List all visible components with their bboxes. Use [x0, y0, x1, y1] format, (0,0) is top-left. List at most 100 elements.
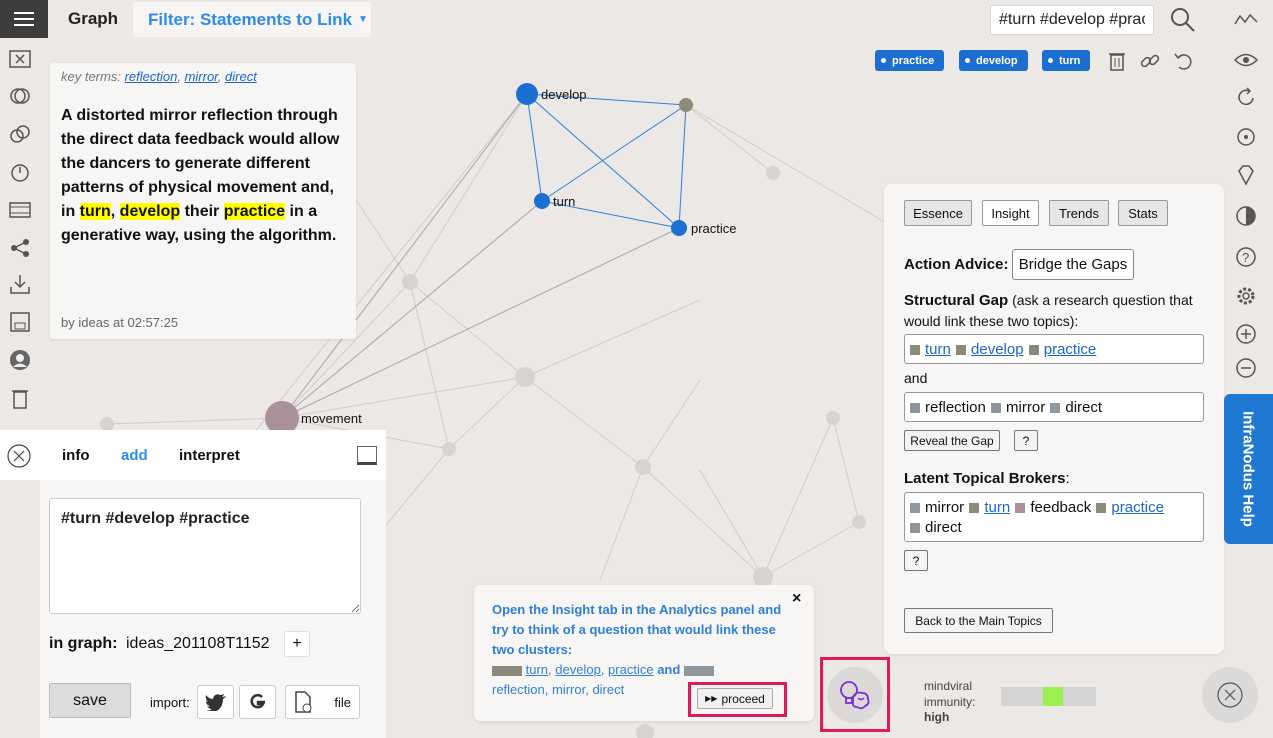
reveal-gap-button[interactable]: Reveal the Gap — [904, 430, 1000, 451]
add-graph-button[interactable]: + — [284, 631, 310, 657]
cluster-term[interactable]: develop — [555, 662, 601, 677]
caret-down-icon: ▼ — [358, 14, 368, 25]
zoom-in-icon[interactable] — [1234, 322, 1258, 346]
refresh-icon[interactable] — [1234, 86, 1258, 110]
share-icon[interactable] — [8, 236, 32, 260]
filter-dropdown[interactable]: Filter: Statements to Link ▼ — [133, 2, 371, 37]
gap-term[interactable]: develop — [971, 341, 1024, 358]
in-graph-label: in graph: — [49, 635, 118, 652]
eye-icon[interactable] — [1234, 48, 1258, 72]
gap-term[interactable]: practice — [1044, 341, 1097, 358]
expand-panel-icon[interactable] — [357, 446, 377, 465]
google-import-button[interactable] — [239, 685, 276, 719]
tab-stats[interactable]: Stats — [1118, 200, 1168, 226]
gap-term: direct — [1065, 399, 1103, 416]
menu-button[interactable] — [0, 0, 48, 38]
graph-node-develop[interactable] — [516, 83, 538, 105]
broker-term: direct — [925, 519, 962, 536]
tag-chip-develop[interactable]: develop — [959, 50, 1028, 71]
tab-add[interactable]: add — [121, 447, 148, 464]
close-analytics-button[interactable] — [1202, 667, 1258, 723]
close-circle-icon — [1217, 682, 1243, 708]
page-title: Graph — [68, 9, 119, 28]
tag-chip-turn[interactable]: turn — [1042, 50, 1091, 71]
tab-info[interactable]: info — [62, 447, 90, 464]
target-icon[interactable] — [1234, 125, 1258, 149]
delete-tags-icon[interactable] — [1107, 50, 1127, 72]
close-graph-icon[interactable] — [8, 47, 32, 71]
gap-term[interactable]: turn — [925, 341, 951, 358]
link-icon[interactable] — [1139, 50, 1161, 72]
cluster-term: reflection — [492, 682, 545, 697]
trend-icon[interactable] — [1234, 8, 1258, 32]
close-panel-icon[interactable] — [6, 443, 32, 469]
back-main-topics-button[interactable]: Back to the Main Topics — [904, 608, 1053, 633]
trash-icon[interactable] — [8, 386, 32, 410]
graph-node-practice[interactable] — [671, 220, 687, 236]
gap-term: reflection — [925, 399, 986, 416]
google-icon — [249, 693, 265, 709]
statement-entry[interactable]: #turn #develop #practice — [49, 498, 361, 614]
statement-text: A distorted mirror reflection through th… — [61, 107, 340, 244]
import-label: import: — [150, 695, 190, 710]
close-popup-button[interactable]: × — [792, 590, 801, 608]
file-label: file — [334, 694, 351, 710]
action-advice-label: Action Advice: — [904, 256, 1009, 273]
key-terms: key terms: reflection, mirror, direct — [61, 69, 257, 84]
tab-insight[interactable]: Insight — [982, 200, 1039, 226]
highlight-practice: practice — [223, 203, 286, 220]
tab-interpret[interactable]: interpret — [179, 447, 240, 464]
node-label-turn: turn — [553, 194, 575, 209]
cluster-term: mirror — [551, 682, 586, 697]
cluster-term[interactable]: practice — [608, 662, 654, 677]
graph-node-olive[interactable] — [679, 98, 693, 112]
analytics-panel: Essence Insight Trends Stats Action Advi… — [884, 184, 1224, 654]
film-icon[interactable] — [8, 198, 32, 222]
mindviral-value: high — [924, 710, 950, 724]
download-icon[interactable] — [8, 272, 32, 296]
contrast-icon[interactable] — [1234, 204, 1258, 228]
graph-node-turn[interactable] — [534, 193, 550, 209]
tab-trends[interactable]: Trends — [1049, 200, 1109, 226]
key-term-link[interactable]: reflection — [125, 69, 178, 84]
search-icon[interactable] — [1170, 7, 1196, 33]
tag-chip-practice[interactable]: practice — [875, 50, 945, 71]
highlight-turn: turn — [79, 203, 111, 220]
brokers-list: mirror turn feedback practice direct — [904, 492, 1204, 542]
node-label-practice: practice — [691, 221, 737, 236]
highlight-develop: develop — [119, 203, 181, 220]
key-terms-label: key terms: — [61, 69, 121, 84]
save-button[interactable]: save — [49, 683, 131, 718]
mindviral-indicator — [1043, 687, 1064, 706]
assistant-highlight — [820, 657, 890, 732]
gap-help-button[interactable]: ? — [1014, 430, 1038, 451]
file-add-icon — [295, 691, 312, 713]
user-icon[interactable] — [8, 348, 32, 372]
brokers-help-button[interactable]: ? — [904, 550, 928, 571]
zoom-out-icon[interactable] — [1234, 356, 1258, 380]
gear-icon[interactable] — [1234, 284, 1258, 308]
key-term-link[interactable]: mirror — [185, 69, 218, 84]
timer-icon[interactable] — [8, 160, 32, 184]
cluster-swatch — [492, 665, 522, 676]
tab-essence[interactable]: Essence — [904, 200, 972, 226]
search-input[interactable] — [990, 5, 1154, 35]
broker-term[interactable]: practice — [1111, 499, 1164, 516]
node-label-develop: develop — [541, 87, 587, 102]
undo-icon[interactable] — [1173, 50, 1195, 72]
help-tab[interactable]: InfraNodus Help — [1224, 394, 1273, 544]
node-label-movement: movement — [301, 411, 362, 426]
help-circle-icon[interactable]: ? — [1234, 245, 1258, 269]
cluster-term[interactable]: turn — [526, 662, 548, 677]
broker-term[interactable]: turn — [984, 499, 1010, 516]
key-term-link[interactable]: direct — [225, 69, 257, 84]
twitter-import-button[interactable] — [197, 685, 234, 719]
overlap-circles-icon[interactable] — [8, 84, 32, 108]
gap-topic-a: turn develop practice — [904, 334, 1204, 364]
diamond-icon[interactable] — [1234, 163, 1258, 187]
save-disk-icon[interactable] — [8, 310, 32, 334]
proceed-highlight — [688, 682, 787, 717]
compare-icon[interactable] — [8, 122, 32, 146]
file-import-button[interactable]: file — [285, 685, 360, 719]
cluster-swatch — [683, 665, 714, 676]
